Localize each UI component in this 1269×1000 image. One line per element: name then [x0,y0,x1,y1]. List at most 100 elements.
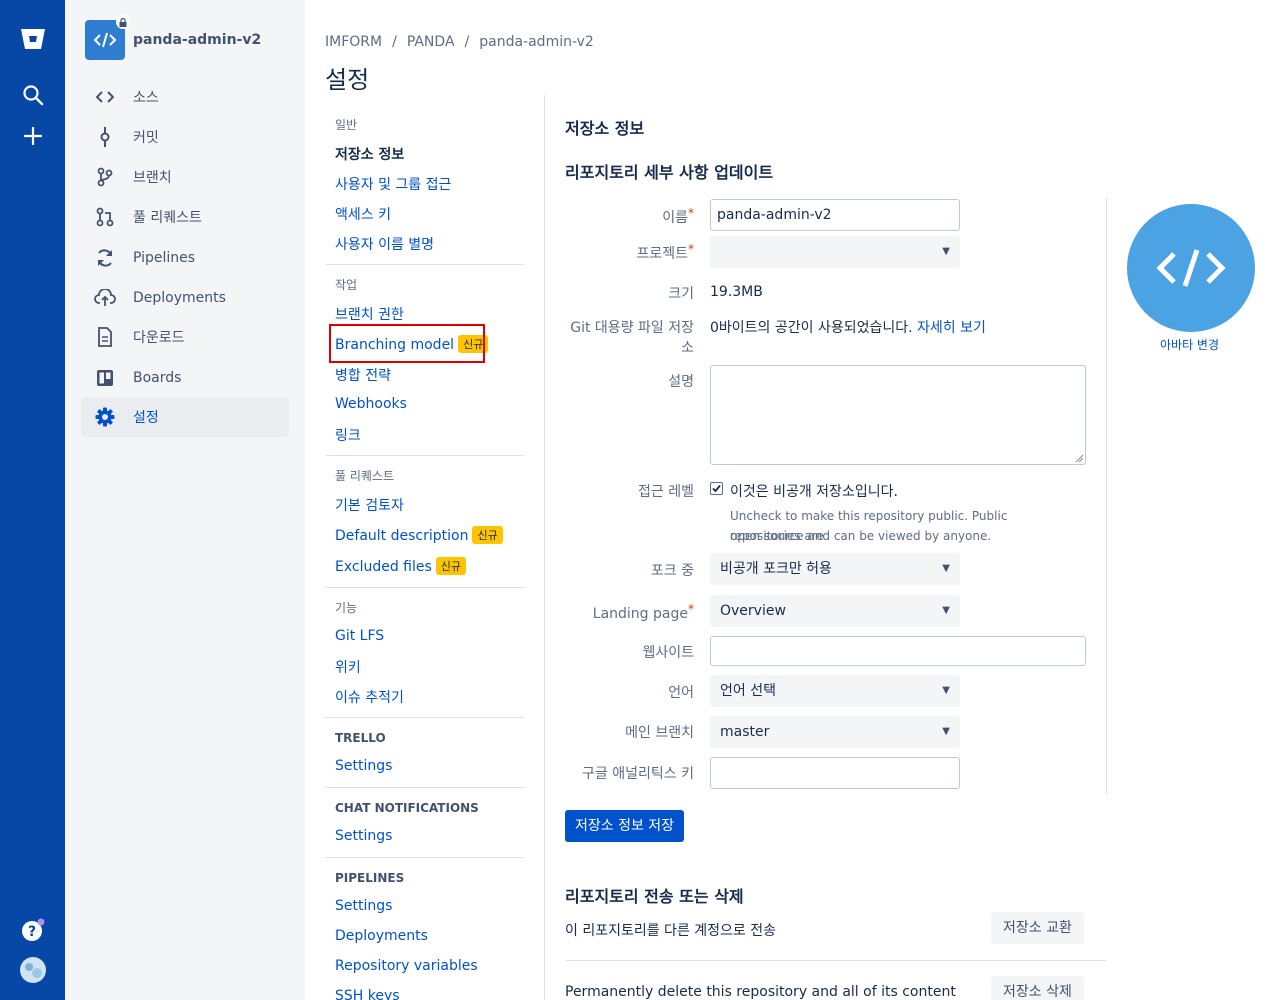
website-input[interactable] [710,636,1086,666]
settings-group-title: PIPELINES [335,871,405,885]
delete-repo-button[interactable]: 저장소 삭제 [991,976,1084,1000]
settings-group-title: CHAT NOTIFICATIONS [335,801,479,815]
learn-more-link[interactable]: 자세히 보기 [917,320,986,336]
settings-link-merge-strategies[interactable]: 병합 전략 [335,365,391,385]
delete-text: Permanently delete this repository and a… [565,984,956,1000]
name-input[interactable]: panda-admin-v2 [710,199,960,231]
page-title: 설정 [325,66,370,94]
section-title: 저장소 정보 [565,119,645,138]
divider [325,857,524,858]
chevron-down-icon: ▼ [942,726,950,737]
chevron-down-icon: ▼ [942,685,950,696]
repo-header[interactable]: panda-admin-v2 [85,15,261,60]
settings-link-label: Excluded files [335,559,432,575]
sidebar-item-boards[interactable]: Boards [81,358,289,398]
transfer-delete-title: 리포지토리 전송 또는 삭제 [565,887,744,906]
settings-link-username-aliases[interactable]: 사용자 이름 별명 [335,234,434,254]
settings-link-issue-tracker[interactable]: 이슈 추적기 [335,687,404,707]
repo-avatar-large[interactable] [1127,204,1255,332]
project-label: 프로젝트* [636,242,694,263]
checkmark-icon [712,484,721,493]
update-section-title: 리포지토리 세부 사항 업데이트 [565,163,774,182]
required-marker: * [688,602,694,616]
sidebar-item-label: 다운로드 [133,330,185,346]
change-avatar-link[interactable]: 아바타 변경 [1160,336,1219,353]
user-avatar-icon[interactable] [16,953,50,987]
settings-group-title: 기능 [335,601,358,615]
pull-request-icon [93,205,117,229]
settings-link-default-description[interactable]: Default description 신규 [335,526,503,544]
main-branch-select[interactable]: master ▼ [710,716,960,748]
bitbucket-logo-icon[interactable] [16,22,50,56]
settings-group-title: TRELLO [335,731,386,745]
breadcrumb: IMFORM / PANDA / panda-admin-v2 [325,34,594,50]
settings-link-wiki[interactable]: 위키 [335,657,361,677]
help-icon[interactable]: ? [16,913,50,947]
divider [325,264,524,265]
repo-avatar [85,15,130,60]
private-checkbox-label[interactable]: 이것은 비공개 저장소입니다. [730,481,898,501]
divider [565,960,1107,961]
settings-link-chat-settings[interactable]: Settings [335,828,392,844]
settings-link-default-reviewers[interactable]: 기본 검토자 [335,495,404,515]
settings-link-excluded-files[interactable]: Excluded files 신규 [335,557,467,575]
commit-icon [93,125,117,149]
settings-link-branch-permissions[interactable]: 브랜치 권한 [335,304,404,324]
settings-link-repo-details[interactable]: 저장소 정보 [335,144,404,164]
search-icon[interactable] [16,78,50,112]
chevron-down-icon: ▼ [942,246,950,257]
landing-page-select[interactable]: Overview ▼ [710,595,960,627]
settings-group-title: 풀 리퀘스트 [335,469,395,483]
language-select[interactable]: 언어 선택 ▼ [710,675,960,707]
code-icon [1156,249,1226,287]
fork-select[interactable]: 비공개 포크만 허용 ▼ [710,553,960,585]
deployments-icon [93,286,117,310]
global-nav: ? [0,0,65,1000]
sidebar-item-settings[interactable]: 설정 [81,397,289,437]
boards-icon [93,366,117,390]
lfs-usage: 0바이트의 공간이 사용되었습니다. 자세히 보기 [710,317,986,337]
lfs-label: Git 대용량 파일 저장 [570,320,694,336]
private-checkbox[interactable] [710,482,723,495]
pipelines-icon [93,246,117,270]
settings-link-pipelines-deployments[interactable]: Deployments [335,928,428,944]
project-select[interactable]: ▼ [710,236,960,268]
google-analytics-input[interactable] [710,757,960,789]
sidebar-item-deployments[interactable]: Deployments [81,278,289,318]
settings-link-webhooks[interactable]: Webhooks [335,396,407,412]
required-marker: * [688,206,694,220]
label-text: 프로젝트 [636,246,688,262]
settings-group-title: 일반 [335,118,358,132]
settings-link-links[interactable]: 링크 [335,425,361,445]
sidebar-item-branches[interactable]: 브랜치 [81,157,289,197]
settings-link-git-lfs[interactable]: Git LFS [335,628,384,644]
settings-link-pipelines-settings[interactable]: Settings [335,898,392,914]
svg-text:?: ? [28,924,36,940]
transfer-repo-button[interactable]: 저장소 교환 [991,912,1084,944]
settings-link-access-keys[interactable]: 액세스 키 [335,204,391,224]
sidebar-item-downloads[interactable]: 다운로드 [81,317,289,357]
sidebar-item-label: 설정 [133,410,159,426]
sidebar-item-pull-requests[interactable]: 풀 리퀘스트 [81,197,289,237]
settings-link-repository-variables[interactable]: Repository variables [335,958,478,974]
main-branch-label: 메인 브랜치 [625,725,694,741]
divider [325,455,524,456]
select-value: 언어 선택 [720,683,776,699]
resize-handle-icon[interactable] [1074,453,1084,463]
breadcrumb-item[interactable]: PANDA [407,34,455,50]
lfs-label-line2: 소 [681,340,694,356]
sidebar-item-commits[interactable]: 커밋 [81,117,289,157]
sidebar-item-pipelines[interactable]: Pipelines [81,238,289,278]
save-repo-details-button[interactable]: 저장소 정보 저장 [565,810,685,842]
settings-link-ssh-keys[interactable]: SSH keys [335,988,400,1000]
breadcrumb-item[interactable]: panda-admin-v2 [479,34,594,50]
breadcrumb-item[interactable]: IMFORM [325,34,382,50]
settings-link-user-group-access[interactable]: 사용자 및 그룹 접근 [335,174,451,194]
create-plus-icon[interactable] [16,119,50,153]
settings-link-trello-settings[interactable]: Settings [335,758,392,774]
settings-link-label: Default description [335,528,469,544]
sidebar-item-label: Boards [133,370,182,386]
sidebar-item-source[interactable]: 소스 [81,77,289,117]
branch-icon [93,165,117,189]
description-textarea[interactable] [710,365,1086,465]
